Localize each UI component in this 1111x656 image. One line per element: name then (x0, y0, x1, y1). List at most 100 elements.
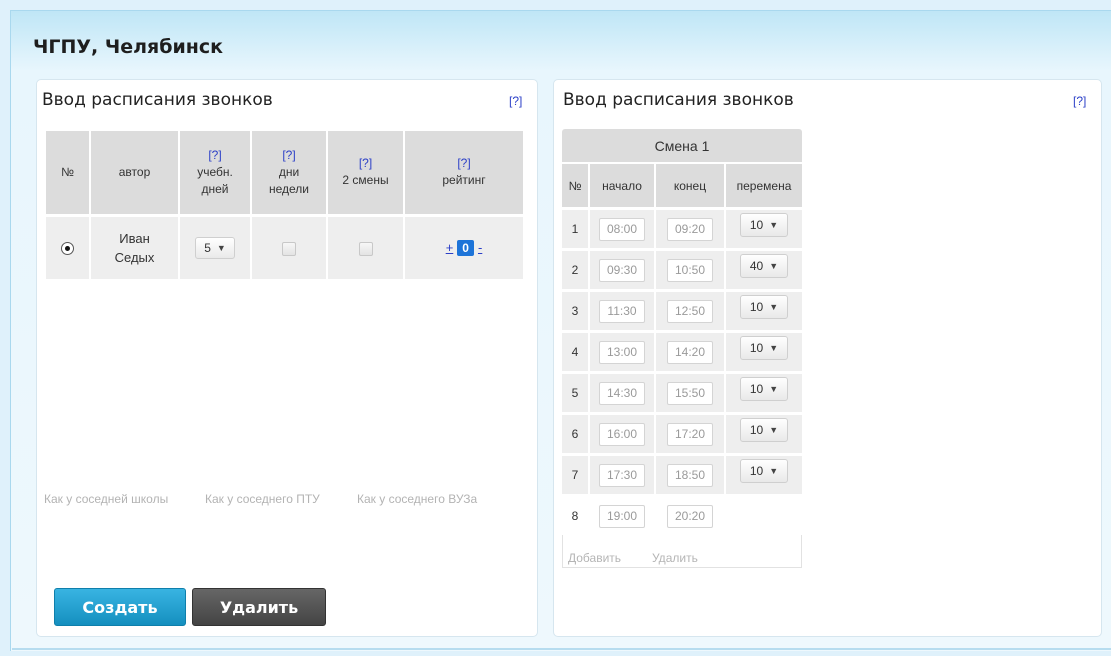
two-shifts-checkbox[interactable] (358, 241, 373, 256)
break-cell: 10 ▼ (725, 289, 802, 332)
start-cell: 09:30 (589, 248, 656, 291)
break-select[interactable]: 10 ▼ (740, 459, 788, 483)
preset-neighbor-college[interactable]: Как у соседнего ПТУ (205, 492, 320, 506)
lesson-row: 6 16:00 17:20 10 ▼ (562, 412, 802, 455)
start-time-input[interactable]: 16:00 (599, 422, 645, 446)
end-cell: 20:20 (655, 494, 726, 535)
end-cell: 12:50 (655, 289, 726, 332)
end-time-input[interactable]: 17:20 (667, 422, 713, 446)
end-cell: 18:50 (655, 453, 726, 496)
remove-lesson-link[interactable]: Удалить (652, 551, 698, 565)
end-cell: 17:20 (655, 412, 726, 455)
col-study-days: [?] учебн. дней (179, 131, 252, 215)
start-time-input[interactable]: 19:00 (599, 504, 645, 528)
week-days-label-2: недели (268, 181, 310, 196)
table-row: Иван Седых 5 ▼ + 0 - (46, 213, 523, 279)
break-value: 10 (749, 218, 764, 232)
create-button[interactable]: Создать (54, 588, 186, 626)
end-cell: 15:50 (655, 371, 726, 414)
end-time-input[interactable]: 09:20 (667, 217, 713, 241)
start-time-input[interactable]: 13:00 (599, 340, 645, 364)
col-num: № (46, 131, 91, 215)
chevron-down-icon: ▼ (769, 302, 779, 312)
shift-header: Смена 1 (562, 129, 802, 162)
break-cell: 10 ▼ (725, 207, 802, 250)
break-value: 10 (749, 464, 764, 478)
end-time-input[interactable]: 14:20 (667, 340, 713, 364)
chevron-down-icon: ▼ (769, 425, 779, 435)
col-author: автор (90, 131, 180, 215)
break-value: 10 (749, 382, 764, 396)
left-panel-help-link[interactable]: [?] (509, 94, 522, 108)
break-cell: 10 ▼ (725, 453, 802, 496)
rating-help-link[interactable]: [?] (405, 155, 523, 172)
col-break: перемена (725, 162, 802, 209)
lesson-num: 2 (562, 248, 590, 291)
delete-button[interactable]: Удалить (192, 588, 326, 626)
break-cell: 10 ▼ (725, 330, 802, 373)
chevron-down-icon: ▼ (769, 220, 779, 230)
end-time-input[interactable]: 20:20 (667, 504, 713, 528)
break-value: 10 (749, 341, 764, 355)
break-select[interactable]: 40 ▼ (740, 254, 788, 278)
start-time-input[interactable]: 14:30 (599, 381, 645, 405)
start-cell: 14:30 (589, 371, 656, 414)
lesson-row: 4 13:00 14:20 10 ▼ (562, 330, 802, 373)
week-days-help-link[interactable]: [?] (252, 147, 326, 164)
start-cell: 11:30 (589, 289, 656, 332)
author-cell: Иван Седых (90, 213, 180, 279)
rating-label: рейтинг (442, 173, 486, 188)
rating-plus-button[interactable]: + (446, 240, 454, 255)
preset-neighbor-school[interactable]: Как у соседней школы (44, 492, 168, 506)
left-panel-title: Ввод расписания звонков (42, 90, 273, 110)
lesson-num: 3 (562, 289, 590, 332)
lesson-num: 4 (562, 330, 590, 373)
study-days-help-link[interactable]: [?] (180, 147, 250, 164)
start-cell: 13:00 (589, 330, 656, 373)
start-time-input[interactable]: 17:30 (599, 463, 645, 487)
start-cell: 19:00 (589, 494, 656, 535)
end-time-input[interactable]: 10:50 (667, 258, 713, 282)
break-select[interactable]: 10 ▼ (740, 377, 788, 401)
add-lesson-link[interactable]: Добавить (568, 551, 621, 565)
right-panel-help-link[interactable]: [?] (1073, 94, 1086, 108)
break-value: 40 (749, 259, 764, 273)
study-days-cell: 5 ▼ (179, 213, 252, 279)
start-time-input[interactable]: 11:30 (599, 299, 645, 323)
rating-cell: + 0 - (404, 213, 523, 279)
two-shifts-help-link[interactable]: [?] (328, 155, 403, 172)
rating-minus-button[interactable]: - (478, 240, 482, 255)
rating-control: + 0 - (446, 239, 482, 256)
row-select-radio[interactable] (61, 242, 74, 256)
start-time-input[interactable]: 08:00 (599, 217, 645, 241)
preset-neighbor-university[interactable]: Как у соседнего ВУЗа (357, 492, 477, 506)
break-select[interactable]: 10 ▼ (740, 295, 788, 319)
break-select[interactable]: 10 ▼ (740, 418, 788, 442)
start-time-input[interactable]: 09:30 (599, 258, 645, 282)
lesson-row: 1 08:00 09:20 10 ▼ (562, 207, 802, 250)
end-time-input[interactable]: 12:50 (667, 299, 713, 323)
col-lesson-num: № (562, 162, 590, 209)
start-cell: 16:00 (589, 412, 656, 455)
end-cell: 14:20 (655, 330, 726, 373)
author-last-name: Седых (114, 249, 155, 265)
break-cell: 10 ▼ (725, 371, 802, 414)
end-time-input[interactable]: 18:50 (667, 463, 713, 487)
lesson-num: 5 (562, 371, 590, 414)
chevron-down-icon: ▼ (769, 261, 779, 271)
lesson-num: 8 (562, 494, 590, 535)
study-days-select[interactable]: 5 ▼ (195, 236, 235, 259)
right-panel-title: Ввод расписания звонков (563, 90, 794, 110)
end-cell: 09:20 (655, 207, 726, 250)
end-time-input[interactable]: 15:50 (667, 381, 713, 405)
lesson-num: 1 (562, 207, 590, 250)
break-value: 10 (749, 423, 764, 437)
lesson-row: 7 17:30 18:50 10 ▼ (562, 453, 802, 496)
break-select[interactable]: 10 ▼ (740, 213, 788, 237)
row-select-cell (46, 213, 91, 279)
study-days-value: 5 (204, 240, 211, 255)
break-select[interactable]: 10 ▼ (740, 336, 788, 360)
bell-schedule-table: № начало конец перемена 1 08:00 09:20 10 ▼ 2 0… (562, 162, 802, 535)
week-days-checkbox[interactable] (282, 241, 296, 256)
end-cell: 10:50 (655, 248, 726, 291)
